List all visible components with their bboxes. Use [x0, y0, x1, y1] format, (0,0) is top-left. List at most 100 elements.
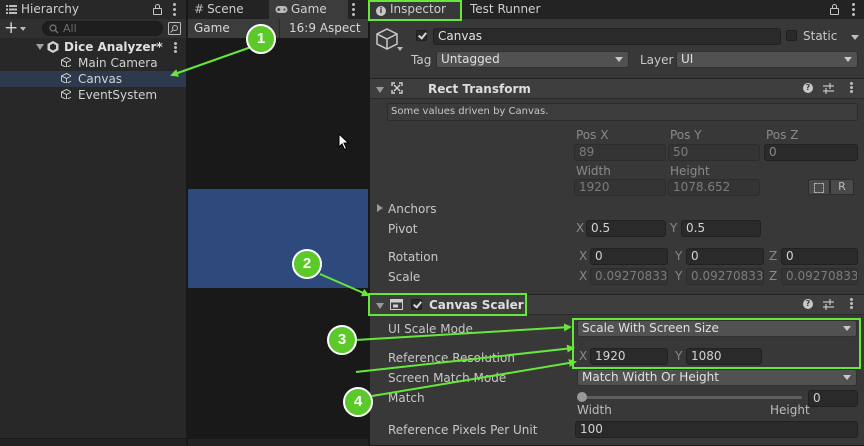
- scale-x-axis: X: [579, 269, 588, 283]
- pos-z-label: Pos Z: [766, 128, 799, 142]
- reference-ppu-label: Reference Pixels Per Unit: [388, 423, 538, 437]
- rotation-x-axis: X: [579, 249, 588, 263]
- add-button[interactable]: +: [4, 19, 34, 38]
- active-checkbox[interactable]: [416, 30, 427, 41]
- presets-icon[interactable]: [823, 83, 834, 94]
- chevron-down-icon: [20, 27, 26, 31]
- inspector-more-options-icon[interactable]: [852, 3, 855, 18]
- static-checkbox[interactable]: [786, 30, 797, 41]
- pivot-label: Pivot: [388, 222, 418, 236]
- layer-dropdown[interactable]: UI: [676, 51, 858, 68]
- anchors-fold-arrow-icon[interactable]: [377, 204, 383, 212]
- static-label: Static: [803, 29, 838, 43]
- game-view-panel: # Scene Game Game 16:9 Aspect: [188, 0, 368, 446]
- rotation-x-field[interactable]: 0: [590, 248, 668, 265]
- tab-scene-label: Scene: [207, 2, 244, 16]
- rect-transform-icon: [391, 82, 403, 94]
- anchors-label[interactable]: Anchors: [388, 202, 437, 216]
- scene-options-icon[interactable]: [174, 42, 177, 55]
- rect-transform-title: Rect Transform: [428, 82, 531, 96]
- match-slider-handle[interactable]: [577, 392, 587, 402]
- rotation-y-field[interactable]: 0: [686, 248, 764, 265]
- match-slider-track[interactable]: [580, 396, 802, 399]
- help-icon[interactable]: ?: [803, 83, 813, 93]
- tab-scene[interactable]: # Scene: [188, 0, 268, 19]
- icon-dropdown-arrow-icon[interactable]: [397, 47, 403, 51]
- blueprint-icon: [814, 183, 824, 193]
- rect-transform-header[interactable]: Rect Transform ?: [370, 78, 864, 99]
- highlight-inspector-tab: [368, 0, 462, 21]
- hierarchy-item-label: Canvas: [78, 72, 123, 86]
- gameobject-large-cube-icon[interactable]: [376, 28, 398, 50]
- slider-width-label: Width: [577, 403, 612, 417]
- rotation-z-axis: Z: [769, 249, 778, 263]
- reference-resolution-label: Reference Resolution: [388, 351, 515, 365]
- pos-x-field[interactable]: 89: [574, 144, 666, 161]
- scale-x-field[interactable]: 0.09270833: [590, 268, 668, 285]
- lock-icon[interactable]: [153, 4, 162, 15]
- scene-root-row[interactable]: Dice Analyzer*: [0, 39, 186, 55]
- annotation-badge-1: 1: [246, 24, 276, 54]
- help-icon[interactable]: ?: [803, 299, 813, 309]
- tab-test-runner[interactable]: Test Runner: [464, 0, 554, 19]
- pos-z-field[interactable]: 0: [764, 144, 858, 161]
- width-field[interactable]: 1920: [574, 179, 666, 196]
- tab-test-runner-label: Test Runner: [470, 2, 541, 16]
- inspector-lock-icon[interactable]: [830, 4, 839, 15]
- presets-icon[interactable]: [823, 299, 834, 310]
- scene-grid-icon: #: [194, 2, 205, 16]
- pivot-x-field[interactable]: 0.5: [586, 220, 666, 237]
- unity-scene-icon: [47, 41, 59, 53]
- component-more-icon[interactable]: [850, 298, 853, 311]
- highlight-scaler-fields: [572, 318, 861, 369]
- search-icon: [49, 24, 59, 34]
- highlight-canvas-scaler: [368, 293, 527, 316]
- fold-arrow-icon[interactable]: [376, 87, 384, 93]
- object-name-field[interactable]: Canvas: [433, 28, 781, 45]
- height-field[interactable]: 1078.652: [668, 179, 760, 196]
- hierarchy-item-eventsystem[interactable]: EventSystem: [0, 87, 186, 103]
- scene-search-icon[interactable]: [168, 22, 181, 35]
- rotation-y-axis: Y: [675, 249, 683, 263]
- raw-edit-button[interactable]: R: [830, 179, 854, 195]
- fold-arrow-icon: [36, 44, 44, 50]
- raw-edit-label: R: [838, 180, 846, 193]
- reference-ppu-field[interactable]: 100: [575, 421, 858, 438]
- tag-label: Tag: [411, 53, 432, 67]
- blueprint-mode-button[interactable]: [808, 179, 830, 195]
- screen-match-mode-label: Screen Match Mode: [388, 371, 507, 385]
- scale-z-axis: Z: [769, 269, 778, 283]
- static-dropdown-arrow-icon[interactable]: [851, 35, 859, 40]
- more-options-icon[interactable]: [173, 3, 176, 18]
- rotation-label: Rotation: [388, 250, 439, 264]
- width-label: Width: [576, 164, 611, 178]
- height-label: Height: [670, 164, 710, 178]
- pivot-y-field[interactable]: 0.5: [681, 220, 761, 237]
- search-input[interactable]: All: [42, 21, 163, 36]
- driven-note-box: Some values driven by Canvas.: [387, 103, 858, 121]
- scale-z-field[interactable]: 0.09270833: [781, 268, 858, 285]
- display-label: Game: [194, 21, 230, 35]
- scene-name: Dice Analyzer*: [64, 40, 163, 54]
- scale-y-field[interactable]: 0.09270833: [686, 268, 764, 285]
- tag-dropdown[interactable]: Untagged: [436, 51, 629, 68]
- rotation-z-field[interactable]: 0: [781, 248, 858, 265]
- match-label: Match: [388, 391, 425, 405]
- hierarchy-list-icon: [6, 1, 17, 14]
- scale-label: Scale: [388, 270, 421, 284]
- screen-match-mode-dropdown[interactable]: Match Width Or Height: [577, 369, 857, 386]
- game-more-options-icon[interactable]: [352, 3, 355, 18]
- gameobject-cube-icon: [61, 57, 71, 67]
- tab-game[interactable]: Game: [269, 0, 348, 19]
- match-value-field[interactable]: 0: [808, 390, 858, 407]
- hierarchy-item-main-camera[interactable]: Main Camera: [0, 55, 186, 71]
- hierarchy-item-canvas[interactable]: Canvas: [0, 71, 186, 87]
- annotation-badge-2: 2: [292, 249, 322, 279]
- slider-height-label: Height: [770, 403, 810, 417]
- add-label: +: [4, 18, 19, 38]
- component-more-icon[interactable]: [850, 82, 853, 95]
- aspect-dropdown[interactable]: 16:9 Aspect: [284, 19, 368, 38]
- pos-y-field[interactable]: 50: [668, 144, 760, 161]
- game-toolbar: Game 16:9 Aspect: [188, 19, 368, 38]
- driven-note-text: Some values driven by Canvas.: [391, 106, 549, 117]
